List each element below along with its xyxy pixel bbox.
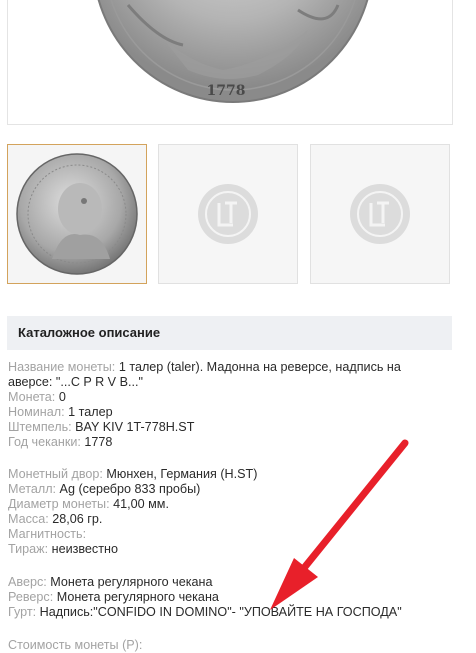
coin-obverse-thumbnail bbox=[16, 153, 138, 275]
spec-stamp: Штемпель: BAY KIV 1T-778H.ST bbox=[8, 420, 468, 435]
spec-label: Номинал: bbox=[8, 405, 65, 419]
coin-specs: Название монеты: 1 талер (taler). Мадонн… bbox=[8, 360, 468, 653]
spec-label: Год чеканки: bbox=[8, 435, 81, 449]
spec-label: Штемпель: bbox=[8, 420, 72, 434]
spec-edge: Гурт: Надпись:"CONFIDO IN DOMINO"- "УПОВ… bbox=[8, 605, 468, 620]
spec-diameter: Диаметр монеты: 41,00 мм. bbox=[8, 497, 468, 512]
spec-label: Магнитность: bbox=[8, 527, 87, 541]
spec-value: 41,00 мм. bbox=[113, 497, 169, 511]
coin-reverse-image: 1778 bbox=[97, 0, 369, 103]
spec-label: Тираж: bbox=[8, 542, 49, 556]
spec-value: Надпись:"CONFIDO IN DOMINO"- "УПОВАЙТЕ Н… bbox=[39, 605, 402, 619]
spec-label: Аверс: bbox=[8, 575, 47, 589]
spec-name: Название монеты: 1 талер (taler). Мадонн… bbox=[8, 360, 448, 390]
spec-label: Масса: bbox=[8, 512, 49, 526]
spec-value: BAY KIV 1T-778H.ST bbox=[75, 420, 195, 434]
spec-obverse: Аверс: Монета регулярного чекана bbox=[8, 575, 468, 590]
catalog-description-header: Каталожное описание bbox=[7, 316, 452, 350]
placeholder-logo-icon bbox=[198, 184, 258, 244]
spec-label: Металл: bbox=[8, 482, 57, 496]
spec-label: Гурт: bbox=[8, 605, 37, 619]
spec-metal: Металл: Ag (серебро 833 пробы) bbox=[8, 482, 468, 497]
thumbnail-obverse[interactable] bbox=[7, 144, 147, 284]
spec-nominal: Номинал: 1 талер bbox=[8, 405, 468, 420]
spec-label: Название монеты: bbox=[8, 360, 116, 374]
main-coin-image[interactable]: 1778 bbox=[7, 0, 453, 125]
spec-value: 0 bbox=[58, 390, 66, 404]
thumbnail-placeholder-1[interactable] bbox=[158, 144, 298, 284]
placeholder-logo-icon bbox=[350, 184, 410, 244]
spec-label: Реверс: bbox=[8, 590, 54, 604]
spec-label: Диаметр монеты: bbox=[8, 497, 110, 511]
spec-year: Год чеканки: 1778 bbox=[8, 435, 468, 450]
spec-value: 28,06 гр. bbox=[52, 512, 103, 526]
thumbnail-strip bbox=[7, 144, 451, 286]
spec-value: Ag (серебро 833 пробы) bbox=[59, 482, 201, 496]
spec-mint: Монетный двор: Мюнхен, Германия (H.ST) bbox=[8, 467, 468, 482]
spec-mass: Масса: 28,06 гр. bbox=[8, 512, 468, 527]
spec-value: Монета регулярного чекана bbox=[50, 575, 213, 589]
spec-label: Монетный двор: bbox=[8, 467, 103, 481]
spec-label: Монета: bbox=[8, 390, 56, 404]
spec-price: Стоимость монеты (Р): bbox=[8, 638, 468, 653]
spec-value: 1 талер bbox=[68, 405, 113, 419]
spec-magnetism: Магнитность: bbox=[8, 527, 468, 542]
spec-reverse: Реверс: Монета регулярного чекана bbox=[8, 590, 468, 605]
spec-label: Стоимость монеты (Р): bbox=[8, 638, 143, 652]
coin-date-text: 1778 bbox=[207, 83, 246, 99]
thumbnail-placeholder-2[interactable] bbox=[310, 144, 450, 284]
spec-value: 1778 bbox=[84, 435, 113, 449]
spec-coin: Монета: 0 bbox=[8, 390, 468, 405]
spec-value: неизвестно bbox=[51, 542, 118, 556]
spec-value: Мюнхен, Германия (H.ST) bbox=[106, 467, 258, 481]
spec-value: Монета регулярного чекана bbox=[56, 590, 219, 604]
spec-mintage: Тираж: неизвестно bbox=[8, 542, 468, 557]
